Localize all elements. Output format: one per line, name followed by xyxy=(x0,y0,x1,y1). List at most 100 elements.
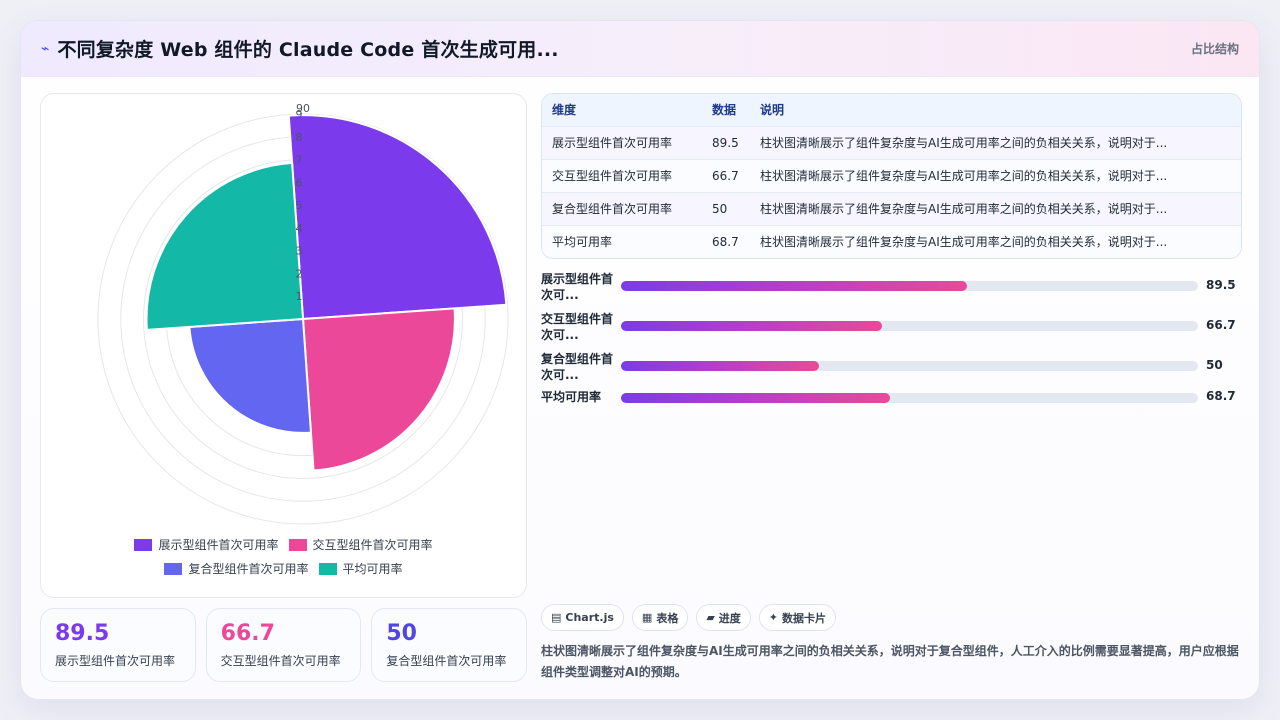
polar-sector[interactable] xyxy=(301,307,465,472)
radial-tick-label: 6 xyxy=(296,176,303,189)
legend-swatch xyxy=(164,562,183,575)
radial-tick-label: 2 xyxy=(296,267,303,280)
progress-value: 50 xyxy=(1206,358,1223,372)
table-cell: 66.7 xyxy=(702,158,750,192)
chip-table[interactable]: ▦ 表格 xyxy=(631,604,689,631)
progress-fill xyxy=(621,393,890,403)
progress-row: 交互型组件首 次可... 66.7 xyxy=(541,309,1242,349)
table-cell: 平均可用率 xyxy=(542,224,702,258)
table-cell: 展示型组件首次可用率 xyxy=(542,125,702,159)
legend-label: 复合型组件首次可用率 xyxy=(188,562,309,576)
legend-item[interactable]: 复合型组件首次可用率 xyxy=(164,560,309,577)
progress-track xyxy=(621,361,1198,371)
polar-chart-panel: 1 2 3 4 5 6 7 8 9 90 展示型组件首次可用率 交互型组件首次可用率 复合型组件首… xyxy=(40,93,527,598)
view-chips: ▤ Chart.js ▦ 表格 ▰ 进度 ✦ 数据卡片 xyxy=(541,604,837,631)
sparkle-icon: ✦ xyxy=(768,611,779,624)
dashboard-card: ⌁ 不同复杂度 Web 组件的 Claude Code 首次生成可用... 占比… xyxy=(20,20,1260,700)
progress-list: 展示型组件首 次可... 89.5 交互型组件首 次可... 66.7 复合型组… xyxy=(541,269,1242,419)
summary-text: 柱状图清晰展示了组件复杂度与AI生成可用率之间的负相关关系，说明对于复合型组件，… xyxy=(541,644,1239,679)
progress-label: 复合型组件首 次可... xyxy=(541,351,619,383)
stat-label: 交互型组件首次可用率 xyxy=(220,654,341,668)
legend-swatch xyxy=(134,538,153,551)
table-cell: 柱状图清晰展示了组件复杂度与AI生成可用率之间的负相关关系，说明对于... xyxy=(750,125,1241,159)
table-row: 平均可用率 68.7 柱状图清晰展示了组件复杂度与AI生成可用率之间的负相关关系… xyxy=(542,224,1241,258)
legend-label: 平均可用率 xyxy=(342,562,403,576)
stat-label: 展示型组件首次可用率 xyxy=(55,654,176,668)
column-header-dimension: 维度 xyxy=(542,94,702,126)
progress-value: 89.5 xyxy=(1206,278,1236,292)
radial-tick-label: 90 xyxy=(296,102,310,115)
progress-label-line: 平均可用率 xyxy=(541,390,602,404)
legend-item[interactable]: 展示型组件首次可用率 xyxy=(134,536,279,553)
stat-card: 50 复合型组件首次可用率 xyxy=(371,608,528,682)
progress-label-line: 次可... xyxy=(541,368,579,382)
chip-chartjs[interactable]: ▤ Chart.js xyxy=(541,604,624,631)
progress-label: 展示型组件首 次可... xyxy=(541,271,619,303)
radial-tick-label: 8 xyxy=(296,131,303,144)
progress-row: 展示型组件首 次可... 89.5 xyxy=(541,269,1242,309)
legend-item[interactable]: 平均可用率 xyxy=(318,560,403,577)
chip-progress[interactable]: ▰ 进度 xyxy=(696,604,751,631)
chip-label: 表格 xyxy=(656,611,679,625)
legend-swatch xyxy=(288,538,307,551)
column-header-description: 说明 xyxy=(750,94,1241,126)
progress-label: 交互型组件首 次可... xyxy=(541,311,619,343)
progress-track xyxy=(621,321,1198,331)
progress-value: 66.7 xyxy=(1206,318,1236,332)
progress-fill xyxy=(621,321,882,331)
stat-value: 66.7 xyxy=(220,621,275,646)
column-header-value: 数据 xyxy=(702,94,750,126)
radial-tick-label: 3 xyxy=(296,245,303,258)
progress-label-line: 复合型组件首 xyxy=(541,352,614,366)
table-cell: 50 xyxy=(702,191,750,225)
table-row: 展示型组件首次可用率 89.5 柱状图清晰展示了组件复杂度与AI生成可用率之间的… xyxy=(542,125,1241,159)
progress-fill xyxy=(621,361,819,371)
chart-type-badge: 占比结构 xyxy=(1190,42,1239,56)
legend-swatch xyxy=(318,562,337,575)
radial-tick-label: 1 xyxy=(296,290,303,303)
table-row: 交互型组件首次可用率 66.7 柱状图清晰展示了组件复杂度与AI生成可用率之间的… xyxy=(542,158,1241,192)
progress-label-line: 次可... xyxy=(541,328,579,342)
stat-cards: 89.5 展示型组件首次可用率 66.7 交互型组件首次可用率 50 复合型组件… xyxy=(40,608,528,682)
table-cell: 柱状图清晰展示了组件复杂度与AI生成可用率之间的负相关关系，说明对于... xyxy=(750,158,1241,192)
table-cell: 交互型组件首次可用率 xyxy=(542,158,702,192)
polar-area-chart: 12345678990 xyxy=(97,101,509,525)
legend-item[interactable]: 交互型组件首次可用率 xyxy=(288,536,433,553)
table-cell: 柱状图清晰展示了组件复杂度与AI生成可用率之间的负相关关系，说明对于... xyxy=(750,191,1241,225)
progress-row: 复合型组件首 次可... 50 xyxy=(541,349,1242,389)
polar-sector[interactable] xyxy=(188,317,313,441)
chip-label: 进度 xyxy=(718,611,741,625)
progress-fill xyxy=(621,281,968,291)
chip-label: Chart.js xyxy=(565,611,614,624)
stat-value: 89.5 xyxy=(55,621,110,646)
progress-track xyxy=(621,393,1198,403)
legend-label: 展示型组件首次可用率 xyxy=(158,538,279,552)
sparkline-icon: ⌁ xyxy=(41,40,50,57)
progress-label: 平均可用率 xyxy=(541,389,619,405)
radial-tick-label: 5 xyxy=(296,199,303,212)
progress-label-line: 交互型组件首 xyxy=(541,312,614,326)
chip-label: 数据卡片 xyxy=(782,611,827,625)
polar-sector[interactable] xyxy=(287,101,508,321)
radial-tick-label: 4 xyxy=(296,222,303,235)
chip-data-card[interactable]: ✦ 数据卡片 xyxy=(758,604,837,631)
stat-value: 50 xyxy=(386,621,417,646)
table-icon: ▦ xyxy=(641,611,653,624)
progress-label-line: 次可... xyxy=(541,288,579,302)
progress-label-line: 展示型组件首 xyxy=(541,272,614,286)
stat-card: 89.5 展示型组件首次可用率 xyxy=(40,608,196,682)
radial-tick-label: 7 xyxy=(296,154,303,167)
table-cell: 柱状图清晰展示了组件复杂度与AI生成可用率之间的负相关关系，说明对于... xyxy=(750,224,1241,258)
progress-value: 68.7 xyxy=(1206,389,1236,403)
chart-icon: ▤ xyxy=(551,611,562,624)
table-cell: 复合型组件首次可用率 xyxy=(542,191,702,225)
stat-label: 复合型组件首次可用率 xyxy=(386,654,507,668)
header-bar: ⌁ 不同复杂度 Web 组件的 Claude Code 首次生成可用... 占比… xyxy=(21,21,1259,77)
legend-label: 交互型组件首次可用率 xyxy=(312,538,433,552)
progress-row: 平均可用率 68.7 xyxy=(541,389,1242,419)
table-cell: 68.7 xyxy=(702,224,750,258)
stat-card: 66.7 交互型组件首次可用率 xyxy=(205,608,362,682)
data-table: 维度 数据 说明 展示型组件首次可用率 89.5 柱状图清晰展示了组件复杂度与A… xyxy=(541,93,1242,259)
chart-legend: 展示型组件首次可用率 交互型组件首次可用率 复合型组件首次可用率 平均可用率 xyxy=(41,536,526,584)
progress-track xyxy=(621,281,1198,291)
